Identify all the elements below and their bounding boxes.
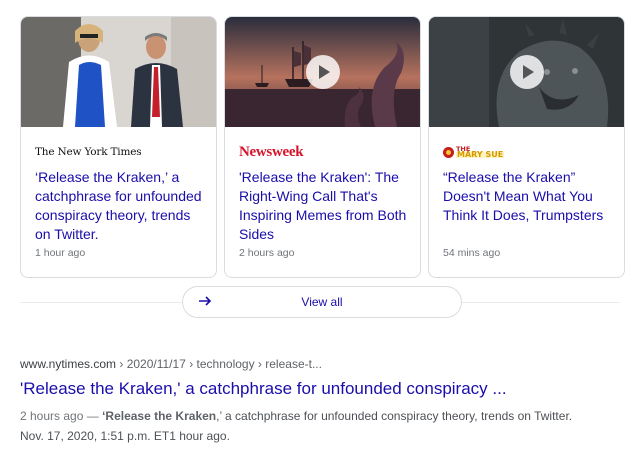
result-title-link[interactable]: 'Release the Kraken,' a catchphrase for … xyxy=(20,378,620,400)
play-icon[interactable] xyxy=(509,55,544,89)
news-headline[interactable]: ‘Release the Kraken,’ a catchphrase for … xyxy=(35,168,205,244)
play-icon[interactable] xyxy=(305,55,340,89)
news-card-mary-sue[interactable]: THE MARY SUE “Release the Kraken” Doesn'… xyxy=(428,16,625,278)
snippet-highlight: ‘Release the Kraken xyxy=(102,409,217,423)
news-thumbnail[interactable] xyxy=(225,17,420,127)
news-thumbnail[interactable] xyxy=(429,17,624,127)
result-snippet: 2 hours ago — ‘Release the Kraken,’ a ca… xyxy=(20,406,580,446)
news-card-newsweek[interactable]: Newsweek 'Release the Kraken': The Right… xyxy=(224,16,421,278)
mary-sue-icon xyxy=(443,146,454,158)
snippet-age: 2 hours ago — xyxy=(20,409,103,423)
top-stories-carousel: The New York Times ‘Release the Kraken,’… xyxy=(20,16,625,278)
news-thumbnail[interactable] xyxy=(21,17,216,127)
result-breadcrumb: www.nytimes.com › 2020/11/17 › technolog… xyxy=(20,356,620,372)
view-all-button[interactable]: View all xyxy=(182,286,462,318)
source-logo-mary-sue: THE MARY SUE xyxy=(443,141,610,163)
search-result: www.nytimes.com › 2020/11/17 › technolog… xyxy=(20,356,620,446)
source-logo-newsweek: Newsweek xyxy=(239,143,304,160)
source-logo-nyt: The New York Times xyxy=(35,146,142,158)
breadcrumb-segment: › release-t... xyxy=(254,357,322,371)
breadcrumb-segment: › technology xyxy=(185,357,255,371)
news-timestamp: 2 hours ago xyxy=(239,247,295,259)
arrow-right-icon xyxy=(199,296,212,306)
news-timestamp: 54 mins ago xyxy=(443,247,501,259)
breadcrumb-segment: › 2020/11/17 xyxy=(116,357,186,371)
news-card-nyt[interactable]: The New York Times ‘Release the Kraken,’… xyxy=(20,16,217,278)
news-timestamp: 1 hour ago xyxy=(35,247,86,259)
view-all-label: View all xyxy=(301,295,343,309)
result-domain: www.nytimes.com xyxy=(20,357,117,371)
news-headline[interactable]: 'Release the Kraken': The Right-Wing Cal… xyxy=(239,168,409,244)
news-headline[interactable]: “Release the Kraken” Doesn't Mean What Y… xyxy=(443,168,613,225)
view-all-row: View all xyxy=(20,286,620,318)
